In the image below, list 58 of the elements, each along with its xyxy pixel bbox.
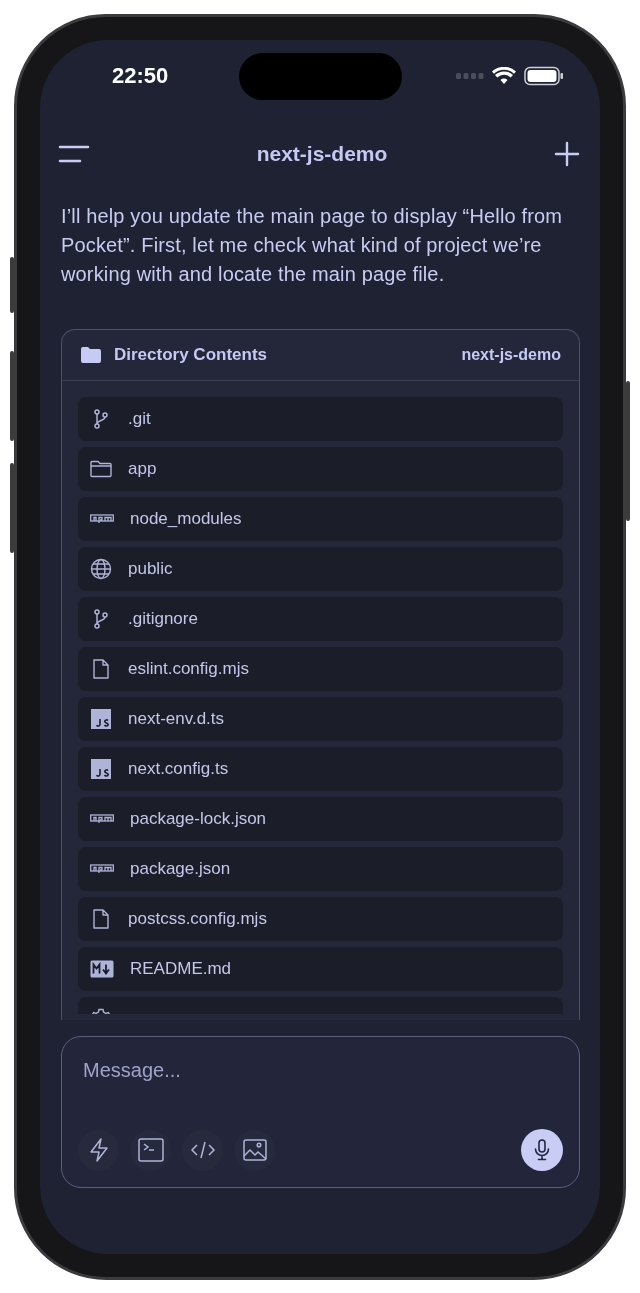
entry-name: .gitignore xyxy=(128,609,198,629)
wifi-icon xyxy=(492,67,516,85)
project-name: next-js-demo xyxy=(461,346,561,364)
markdown-icon xyxy=(90,960,114,978)
js-file-icon xyxy=(90,708,112,730)
file-icon xyxy=(90,658,112,680)
directory-entry[interactable]: eslint.config.mjs xyxy=(78,647,563,691)
directory-entry[interactable]: node_modules xyxy=(78,497,563,541)
terminal-button[interactable] xyxy=(130,1129,171,1171)
card-title: Directory Contents xyxy=(114,345,269,365)
entry-name: postcss.config.mjs xyxy=(128,909,267,929)
battery-icon xyxy=(524,66,564,86)
menu-icon xyxy=(58,144,90,164)
directory-entry[interactable]: next-env.d.ts xyxy=(78,697,563,741)
entry-name: next-env.d.ts xyxy=(128,709,225,729)
voice-button[interactable] xyxy=(521,1129,563,1171)
directory-entry[interactable]: README.md xyxy=(78,947,563,991)
entry-name: package.json xyxy=(130,859,231,879)
terminal-icon xyxy=(137,1138,164,1162)
directory-entry[interactable]: .gitignore xyxy=(78,597,563,641)
microphone-icon xyxy=(533,1139,551,1161)
npm-icon xyxy=(90,864,114,874)
npm-icon xyxy=(90,814,114,824)
directory-entry[interactable]: package.json xyxy=(78,847,563,891)
entry-name: README.md xyxy=(130,959,232,979)
directory-entry[interactable]: app xyxy=(78,447,563,491)
code-icon xyxy=(189,1140,216,1160)
plus-icon xyxy=(554,141,580,167)
file-icon xyxy=(90,908,112,930)
npm-icon xyxy=(90,514,114,524)
chat-title: next-js-demo xyxy=(256,142,388,166)
folder-icon xyxy=(90,458,112,480)
entry-name: next.config.ts xyxy=(128,759,229,779)
bolt-button[interactable] xyxy=(78,1129,119,1171)
directory-entry[interactable]: .git xyxy=(78,397,563,441)
assistant-message: I’ll help you update the main page to display “Hello from Pocket”. First, let me check what kind of project we’re working with and locate the main page file. xyxy=(61,204,564,287)
globe-icon xyxy=(90,558,112,580)
entry-name: app xyxy=(128,459,157,479)
new-chat-button[interactable] xyxy=(554,141,580,167)
js-file-icon xyxy=(90,758,112,780)
entry-name: package-lock.json xyxy=(130,809,267,829)
message-input[interactable]: Message... xyxy=(78,1055,388,1086)
entry-name: node_modules xyxy=(130,509,242,529)
lightning-icon xyxy=(87,1138,110,1162)
directory-entry[interactable]: next.config.ts xyxy=(78,747,563,791)
directory-entry[interactable]: public xyxy=(78,547,563,591)
entry-name: public xyxy=(128,559,173,579)
code-button[interactable] xyxy=(182,1129,223,1171)
menu-button[interactable] xyxy=(58,144,90,164)
directory-entry[interactable]: postcss.config.mjs xyxy=(78,897,563,941)
folder-icon xyxy=(80,346,102,364)
image-icon xyxy=(242,1139,267,1161)
signal-icon xyxy=(456,72,484,80)
entry-name: .git xyxy=(128,409,151,429)
image-button[interactable] xyxy=(234,1129,275,1171)
entry-name: eslint.config.mjs xyxy=(128,659,249,679)
directory-entry[interactable]: package-lock.json xyxy=(78,797,563,841)
status-time: 22:50 xyxy=(112,63,169,89)
